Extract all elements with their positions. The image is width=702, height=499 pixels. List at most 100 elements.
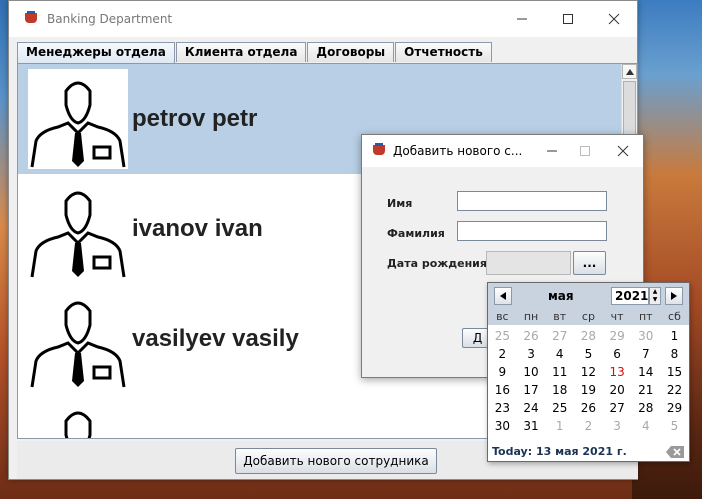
calendar-day[interactable]: 29: [660, 399, 689, 417]
maximize-button[interactable]: [545, 1, 591, 37]
calendar-day[interactable]: 14: [631, 363, 660, 381]
manager-avatar-icon: [28, 289, 128, 389]
calendar-day-today[interactable]: 13: [603, 363, 632, 381]
tab-clients[interactable]: Клиента отдела: [175, 42, 307, 62]
minimize-button[interactable]: [499, 1, 545, 37]
java-cup-icon: [23, 11, 39, 27]
next-month-button[interactable]: [665, 287, 683, 305]
add-employee-button[interactable]: Добавить нового сотрудника: [235, 448, 437, 474]
year-spinner[interactable]: ▲ ▼: [649, 287, 661, 305]
calendar-month[interactable]: мая: [548, 289, 574, 303]
birth-date-field[interactable]: [486, 251, 571, 275]
calendar-day[interactable]: 25: [488, 327, 517, 345]
first-name-field[interactable]: [457, 191, 607, 211]
spinner-down-icon[interactable]: ▼: [650, 296, 660, 304]
calendar-day[interactable]: 18: [545, 381, 574, 399]
tab-reports[interactable]: Отчетность: [395, 42, 492, 62]
calendar-day[interactable]: 23: [488, 399, 517, 417]
calendar-day[interactable]: 1: [660, 327, 689, 345]
calendar-year-field[interactable]: 2021: [611, 287, 649, 305]
calendar-day[interactable]: 20: [603, 381, 632, 399]
last-name-label: Фамилия: [387, 227, 445, 240]
calendar-day[interactable]: 27: [603, 399, 632, 417]
calendar-day[interactable]: 16: [488, 381, 517, 399]
calendar-day[interactable]: 31: [517, 417, 546, 435]
calendar-day[interactable]: 11: [545, 363, 574, 381]
calendar-day[interactable]: 4: [631, 417, 660, 435]
calendar-header: мая 2021 ▲ ▼: [488, 283, 689, 309]
employee-name: petrov petr: [132, 105, 258, 132]
tab-managers[interactable]: Менеджеры отдела: [17, 42, 175, 63]
calendar-day[interactable]: 15: [660, 363, 689, 381]
calendar-day[interactable]: 30: [488, 417, 517, 435]
java-cup-icon: [371, 143, 387, 159]
dialog-minimize-button[interactable]: [537, 135, 567, 167]
dialog-title-bar[interactable]: Добавить нового с...: [362, 135, 643, 167]
calendar-day[interactable]: 25: [545, 399, 574, 417]
calendar-day[interactable]: 3: [603, 417, 632, 435]
calendar-day[interactable]: 17: [517, 381, 546, 399]
calendar-day[interactable]: 27: [545, 327, 574, 345]
tab-contracts[interactable]: Договоры: [307, 42, 395, 62]
calendar-day[interactable]: 1: [545, 417, 574, 435]
weekday-label: ср: [581, 310, 595, 323]
calendar-day-grid: 25 26 27 28 29 30 1 2 3 4 5 6 7 8 9 10 11 12 13 14 15 16 17 18 1…: [488, 327, 689, 435]
calendar-day[interactable]: 30: [631, 327, 660, 345]
calendar-week-row: 23 24 25 26 27 28 29: [488, 399, 689, 417]
dialog-close-button[interactable]: [603, 135, 643, 167]
birth-date-label: Дата рождения: [387, 257, 487, 270]
calendar-day[interactable]: 2: [574, 417, 603, 435]
calendar-day[interactable]: 3: [517, 345, 546, 363]
minimize-icon: [547, 150, 557, 152]
tab-strip: Менеджеры отдела Клиента отдела Договоры…: [17, 42, 493, 63]
clear-date-icon[interactable]: [665, 445, 685, 459]
title-bar[interactable]: Banking Department: [9, 1, 637, 37]
close-button[interactable]: [591, 1, 637, 37]
calendar-day[interactable]: 5: [574, 345, 603, 363]
calendar-day[interactable]: 29: [603, 327, 632, 345]
calendar-day[interactable]: 22: [660, 381, 689, 399]
calendar-week-row: 25 26 27 28 29 30 1: [488, 327, 689, 345]
calendar-footer: Today: 13 мая 2021 г.: [488, 443, 689, 461]
dialog-maximize-button[interactable]: [567, 135, 603, 167]
calendar-week-row: 9 10 11 12 13 14 15: [488, 363, 689, 381]
triangle-up-icon: [625, 68, 634, 75]
window-title: Banking Department: [47, 12, 173, 26]
weekday-header: вс пн вт ср чт пт сб: [488, 309, 689, 325]
calendar-day[interactable]: 9: [488, 363, 517, 381]
calendar-day[interactable]: 5: [660, 417, 689, 435]
calendar-day[interactable]: 7: [631, 345, 660, 363]
weekday-label: пн: [523, 310, 539, 323]
weekday-label: пт: [638, 310, 653, 323]
weekday-label: вс: [496, 310, 509, 323]
close-icon: [608, 13, 620, 25]
employee-name: vasilyev vasily: [132, 325, 299, 352]
date-picker-calendar: мая 2021 ▲ ▼ вс пн вт ср чт пт сб 25 26 27…: [487, 282, 690, 462]
triangle-left-icon: [500, 292, 506, 300]
previous-month-button[interactable]: [494, 287, 512, 305]
close-icon: [617, 145, 629, 157]
calendar-day[interactable]: 28: [631, 399, 660, 417]
manager-avatar-icon: [28, 399, 128, 438]
manager-avatar-icon: [28, 69, 128, 169]
calendar-day[interactable]: 6: [603, 345, 632, 363]
calendar-day[interactable]: 8: [660, 345, 689, 363]
calendar-week-row: 30 31 1 2 3 4 5: [488, 417, 689, 435]
today-link[interactable]: Today: 13 мая 2021 г.: [492, 445, 627, 458]
calendar-day[interactable]: 19: [574, 381, 603, 399]
spinner-up-icon[interactable]: ▲: [650, 288, 660, 296]
calendar-day[interactable]: 10: [517, 363, 546, 381]
calendar-day[interactable]: 12: [574, 363, 603, 381]
maximize-icon: [563, 14, 573, 24]
manager-avatar-icon: [28, 179, 128, 279]
scroll-up-button[interactable]: [622, 64, 637, 79]
last-name-field[interactable]: [457, 221, 607, 241]
date-picker-button[interactable]: ...: [573, 251, 606, 275]
calendar-day[interactable]: 28: [574, 327, 603, 345]
calendar-day[interactable]: 24: [517, 399, 546, 417]
calendar-day[interactable]: 21: [631, 381, 660, 399]
calendar-day[interactable]: 26: [574, 399, 603, 417]
calendar-day[interactable]: 4: [545, 345, 574, 363]
calendar-day[interactable]: 2: [488, 345, 517, 363]
calendar-day[interactable]: 26: [517, 327, 546, 345]
